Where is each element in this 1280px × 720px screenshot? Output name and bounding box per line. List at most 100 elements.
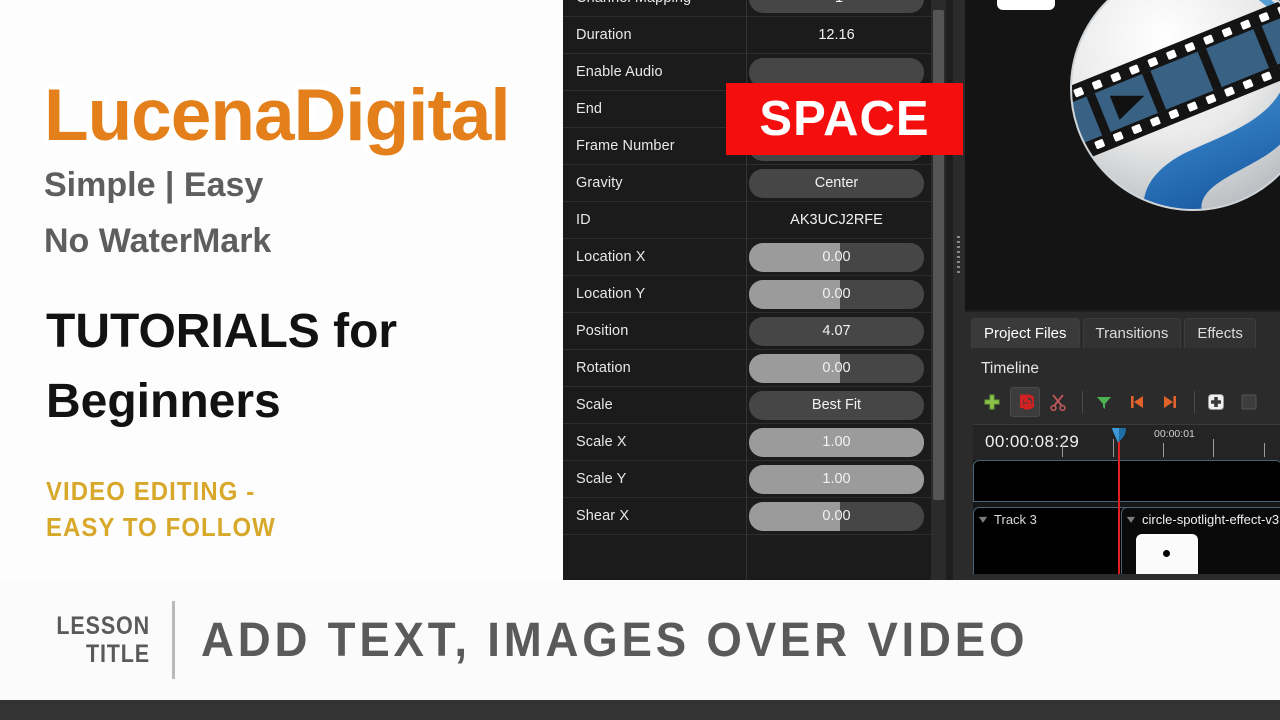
headline-line-1: TUTORIALS for: [46, 305, 398, 358]
property-value-text: -1: [830, 0, 843, 6]
timeline-body[interactable]: 00:00:08:29 00:00:01 ▾ Track 3 ▾ circle-…: [973, 424, 1280, 574]
playhead-line[interactable]: [1118, 439, 1120, 574]
square-icon[interactable]: [1234, 387, 1264, 417]
timeline-clip[interactable]: ▾ circle-spotlight-effect-v3.pr: [1121, 507, 1280, 574]
property-value[interactable]: 1.00: [749, 464, 924, 494]
tab-project-files[interactable]: Project Files: [971, 318, 1080, 348]
property-name: End: [576, 101, 603, 117]
lesson-label-line-2: TITLE: [85, 640, 150, 668]
ruler-tick: [1264, 443, 1265, 457]
ruler-time-label: 00:00:01: [1154, 428, 1195, 440]
space-badge-label: SPACE: [759, 92, 930, 146]
filter-funnel-icon[interactable]: [1089, 387, 1119, 417]
property-value[interactable]: 1.00: [749, 427, 924, 457]
add-marker-icon[interactable]: [977, 387, 1007, 417]
lesson-label-line-1: LESSON: [56, 612, 150, 640]
property-value-text: 0.00: [822, 286, 851, 302]
property-value[interactable]: 0.00: [749, 242, 924, 272]
tab-transitions[interactable]: Transitions: [1082, 318, 1182, 348]
screenshot-root: Channel Mapping -1 Duration 12.16 Enable Aud…: [0, 0, 1280, 720]
subject-line-2: EASY TO FOLLOW: [46, 512, 276, 542]
property-value-text: Best Fit: [811, 397, 862, 413]
property-row[interactable]: Duration 12.16: [563, 17, 933, 54]
property-name: Position: [576, 323, 629, 339]
property-value-text: 12.16: [818, 27, 855, 43]
chevron-down-icon: ▾: [978, 512, 988, 526]
playhead-handle-icon[interactable]: [1111, 427, 1129, 445]
timeline-label: Timeline: [981, 360, 1039, 377]
property-row[interactable]: Scale X 1.00: [563, 424, 933, 461]
preview-white-chip: [997, 0, 1055, 10]
property-value-cell[interactable]: 0.00: [746, 279, 933, 309]
property-value-cell[interactable]: 1.00: [746, 464, 933, 494]
property-row[interactable]: Location X 0.00: [563, 239, 933, 276]
property-row[interactable]: Scale Best Fit: [563, 387, 933, 424]
ruler-tick: [1213, 439, 1214, 457]
footer-bar: [0, 700, 1280, 720]
property-value[interactable]: Best Fit: [749, 390, 924, 420]
razor-scissors-icon[interactable]: [1043, 387, 1073, 417]
ruler-tick: [1163, 443, 1164, 457]
property-name: Gravity: [576, 175, 623, 191]
property-row[interactable]: Gravity Center: [563, 165, 933, 202]
property-value[interactable]: 4.07: [749, 316, 924, 346]
property-row[interactable]: Shear X 0.00: [563, 498, 933, 535]
next-marker-icon[interactable]: [1155, 387, 1185, 417]
video-preview-area[interactable]: [965, 0, 1280, 310]
property-value-cell[interactable]: 12.16: [746, 21, 933, 50]
toolbar-divider-2: [1194, 391, 1195, 413]
property-value-text: Center: [814, 175, 859, 191]
property-name: Rotation: [576, 360, 631, 376]
property-row[interactable]: Scale Y 1.00: [563, 461, 933, 498]
property-name: Duration: [576, 27, 632, 43]
property-row[interactable]: Position 4.07: [563, 313, 933, 350]
panel-tab-bar[interactable]: Project Files Transitions Effects: [965, 312, 1280, 348]
property-value[interactable]: 0.00: [749, 353, 924, 383]
property-value-text: 0.00: [822, 249, 851, 265]
timeline-panel: Timeline 00:00:08:29 00:00:01 ▾ Track 3 …: [965, 348, 1280, 580]
property-value[interactable]: 12.16: [749, 21, 924, 50]
property-value-cell[interactable]: -1: [746, 0, 933, 13]
property-name: Scale: [576, 397, 613, 413]
clip-name: circle-spotlight-effect-v3.pr: [1142, 511, 1280, 527]
property-value-cell[interactable]: 0.00: [746, 353, 933, 383]
timeline-toolbar[interactable]: [977, 386, 1267, 418]
property-row[interactable]: Channel Mapping -1: [563, 0, 933, 17]
property-value[interactable]: 0.00: [749, 501, 924, 531]
property-value[interactable]: Center: [749, 168, 924, 198]
property-name: Frame Number: [576, 138, 675, 154]
openshot-logo-icon: [1053, 0, 1280, 228]
channel-brand-name: LucenaDigital: [40, 71, 516, 161]
property-name: Shear X: [576, 508, 630, 524]
lesson-banner: LESSON TITLE ADD TEXT, IMAGES OVER VIDEO: [0, 580, 1280, 700]
property-value-text: AK3UCJ2RFE: [790, 212, 883, 228]
property-value-cell[interactable]: AK3UCJ2RFE: [746, 206, 933, 235]
property-value-cell[interactable]: 0.00: [746, 501, 933, 531]
property-value-cell[interactable]: 0.00: [746, 242, 933, 272]
property-value[interactable]: AK3UCJ2RFE: [749, 206, 924, 235]
property-row[interactable]: ID AK3UCJ2RFE: [563, 202, 933, 239]
timeline-track-row[interactable]: [973, 460, 1280, 502]
tagline-line-1: Simple | Easy: [44, 166, 264, 204]
property-value[interactable]: -1: [749, 0, 924, 13]
lesson-title-label: LESSON TITLE: [21, 612, 150, 668]
property-value-cell[interactable]: 1.00: [746, 427, 933, 457]
property-name: Scale X: [576, 434, 627, 450]
property-value-cell[interactable]: Center: [746, 168, 933, 198]
property-name: Location Y: [576, 286, 646, 302]
clip-header: ▾ circle-spotlight-effect-v3.pr: [1122, 508, 1280, 530]
property-row[interactable]: Rotation 0.00: [563, 350, 933, 387]
property-value[interactable]: 0.00: [749, 279, 924, 309]
tab-effects[interactable]: Effects: [1184, 318, 1256, 348]
property-name: Channel Mapping: [563, 0, 746, 6]
property-value-cell[interactable]: Best Fit: [746, 390, 933, 420]
property-value-cell[interactable]: 4.07: [746, 316, 933, 346]
property-value-text: 0.00: [822, 360, 851, 376]
snapping-magnet-icon[interactable]: [1010, 387, 1040, 417]
property-row[interactable]: Location Y 0.00: [563, 276, 933, 313]
center-playhead-icon[interactable]: [1201, 387, 1231, 417]
previous-marker-icon[interactable]: [1122, 387, 1152, 417]
splitter-grip-icon: [957, 236, 960, 274]
timecode-display: 00:00:08:29: [985, 432, 1080, 451]
track-header[interactable]: ▾ Track 3: [974, 508, 1037, 530]
